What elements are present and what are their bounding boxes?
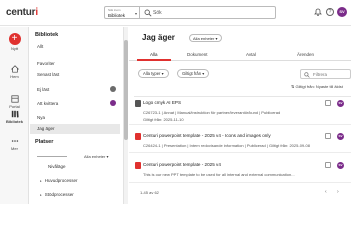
left-rail: + Nytt Hem Portal Bibliotek Mer	[0, 27, 29, 204]
result-count: 1-45 av 62	[140, 190, 159, 195]
portal-icon	[10, 95, 19, 103]
places-filter-input[interactable]	[37, 150, 67, 157]
library-panel: Bibliotek Allt Favoriter Senast läst Ej …	[30, 27, 124, 204]
item-title[interactable]: Centuri powerpoint template - 2025 v4 - …	[143, 133, 271, 138]
rail-label-home: Hem	[10, 74, 19, 79]
home-icon	[10, 65, 19, 73]
rail-item-library[interactable]: Bibliotek	[0, 110, 29, 124]
owner-avatar: SV	[337, 100, 344, 107]
chevron-right-icon: ▸	[40, 179, 42, 183]
unread-count-badge	[110, 86, 116, 92]
places-units-select[interactable]: Alla enheter ▾	[84, 154, 109, 159]
rail-label-library: Bibliotek	[6, 119, 23, 124]
item-valid-from: Giltigt från: 2025-11-10	[143, 117, 184, 122]
chevron-down-icon: ▾	[161, 71, 164, 76]
search-icon	[144, 9, 152, 17]
owner-avatar: SV	[337, 133, 344, 140]
search-input[interactable]: Sök	[140, 6, 276, 19]
tree-item-support-processes[interactable]: ▸ Stödprocesser	[40, 192, 74, 197]
list-item[interactable]: Centuri powerpoint template - 2025 v4 - …	[129, 130, 351, 153]
item-checkbox[interactable]	[325, 100, 331, 106]
type-filter-chip[interactable]: Alla typer ▾	[138, 69, 169, 78]
search-scope-select[interactable]: Sök inom Bibliotek ▾	[104, 6, 140, 19]
rail-item-home[interactable]: Hem	[0, 65, 29, 79]
main-content: Jag äger Alla enheter ▾ Alla Dokument Av…	[129, 27, 351, 204]
item-description: This is our new PPT template to be used …	[143, 172, 295, 177]
rail-label-more: Mer	[11, 146, 18, 151]
new-label: Nytt	[10, 46, 19, 51]
new-button[interactable]: + Nytt	[0, 33, 29, 51]
list-item[interactable]: Centuri powerpoint template - 2025 v4 Th…	[129, 159, 351, 183]
rail-label-portal: Portal	[9, 104, 20, 109]
search-icon	[304, 72, 310, 78]
top-bar: centuri Sök inom Bibliotek ▾ Sök ? SV	[0, 0, 351, 26]
rail-item-portal[interactable]: Portal	[0, 95, 29, 109]
list-header	[134, 89, 351, 97]
valid-from-filter-chip[interactable]: Giltigt från ▾	[177, 69, 210, 78]
presentation-icon	[135, 133, 141, 140]
bell-icon[interactable]	[313, 7, 323, 17]
library-item-favorites[interactable]: Favoriter	[37, 61, 55, 66]
library-item-all[interactable]: Allt	[37, 44, 43, 49]
chevron-down-icon: ▾	[202, 71, 205, 76]
item-meta: C26723-1 | Annat | Manual/instruktion fö…	[143, 110, 281, 115]
more-icon	[11, 140, 18, 142]
acknowledge-count-badge	[110, 100, 116, 106]
library-item-unread[interactable]: Ej läst	[37, 87, 49, 92]
presentation-icon	[135, 162, 141, 169]
list-item[interactable]: Logo cmyk AI EPS C26723-1 | Annat | Manu…	[129, 97, 351, 125]
search-scope-caption: Sök inom	[108, 8, 121, 12]
previous-page-button[interactable]: ‹	[325, 189, 327, 195]
search-placeholder: Sök	[153, 10, 162, 16]
owner-units-select[interactable]: Alla enheter ▾	[189, 34, 222, 42]
places-heading: Platser	[35, 139, 54, 145]
document-icon	[135, 100, 141, 107]
chevron-down-icon: ▾	[134, 11, 137, 16]
library-item-recent[interactable]: Senast läst	[37, 72, 59, 77]
library-item-to-acknowledge[interactable]: Att kvittera	[37, 101, 58, 106]
page-title: Jag äger	[142, 33, 175, 42]
item-checkbox[interactable]	[325, 133, 331, 139]
chevron-down-icon: ▾	[106, 154, 109, 159]
item-checkbox[interactable]	[325, 162, 331, 168]
library-heading: Bibliotek	[35, 32, 59, 38]
app-logo[interactable]: centuri	[6, 7, 38, 18]
places-level: Nivåläge	[48, 164, 66, 169]
chevron-down-icon: ▾	[215, 36, 218, 41]
tab-documents[interactable]: Dokument	[187, 52, 208, 57]
owner-avatar: SV	[337, 162, 344, 169]
filter-input[interactable]: Filtrera	[300, 69, 351, 79]
rail-item-more[interactable]: Mer	[0, 137, 29, 151]
tree-item-main-processes[interactable]: ▸ Huvudprocesser	[40, 178, 78, 183]
item-meta: C26424-1 | Presentation | Intern redovis…	[143, 143, 310, 148]
plus-icon: +	[8, 33, 21, 45]
next-page-button[interactable]: ›	[337, 189, 339, 195]
library-icon	[11, 110, 19, 118]
item-title[interactable]: Centuri powerpoint template - 2025 v4	[143, 162, 221, 167]
library-item-new[interactable]: Nya	[37, 115, 45, 120]
chevron-right-icon: ▸	[40, 193, 42, 197]
active-tab-indicator	[137, 59, 171, 61]
item-title[interactable]: Logo cmyk AI EPS	[143, 100, 181, 105]
tab-cases[interactable]: Ärenden	[297, 52, 314, 57]
tab-all[interactable]: Alla	[150, 52, 158, 57]
tab-contracts[interactable]: Avtal	[246, 52, 256, 57]
library-item-owned[interactable]: Jag äger	[30, 124, 120, 134]
library-scrollbar-thumb[interactable]	[124, 40, 128, 140]
search-scope-value: Bibliotek	[108, 13, 126, 18]
user-avatar[interactable]: SV	[337, 7, 347, 17]
help-icon[interactable]: ?	[326, 8, 334, 16]
filter-placeholder: Filtrera	[313, 72, 328, 77]
